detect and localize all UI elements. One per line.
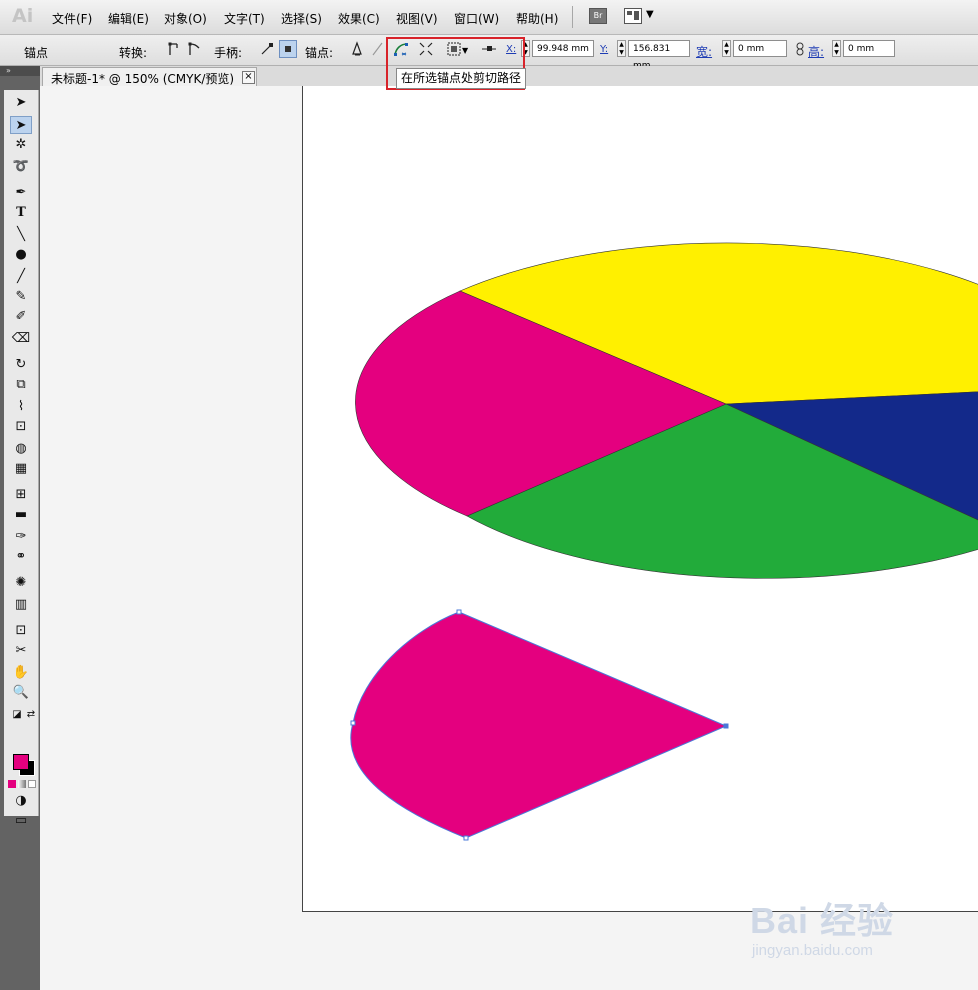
- tools-panel: » ➤ ➤ ✲ ➰ ✒ T ╲ ● ╱ ✎ ✐ ⌫ ↻ ⧉ ⌇ ⊡ ◍ ▦ ⊞ …: [0, 66, 40, 990]
- anchor-point[interactable]: [456, 609, 462, 615]
- width-label: 宽:: [696, 45, 713, 59]
- menu-view[interactable]: 视图(V): [396, 10, 438, 27]
- artwork[interactable]: [40, 86, 978, 990]
- eraser-tool-icon[interactable]: ⌫: [10, 330, 32, 348]
- color-mode-icon[interactable]: [8, 780, 16, 788]
- menu-select[interactable]: 选择(S): [281, 10, 322, 27]
- pen-tool-icon[interactable]: ✒: [10, 184, 32, 202]
- gradient-tool-icon[interactable]: ▬: [10, 506, 32, 524]
- watermark-url: jingyan.baidu.com: [752, 942, 873, 959]
- menu-object[interactable]: 对象(O): [164, 10, 207, 27]
- x-field[interactable]: 99.948 mm: [532, 40, 594, 57]
- workspace-switcher-icon[interactable]: [624, 8, 642, 24]
- anchors-label: 锚点:: [305, 46, 334, 60]
- eyedropper-tool-icon[interactable]: ✑: [10, 528, 32, 546]
- close-icon[interactable]: ×: [242, 71, 255, 84]
- convert-label: 转换:: [119, 46, 148, 60]
- magic-wand-tool-icon[interactable]: ✲: [10, 136, 32, 154]
- gradient-mode-icon[interactable]: [18, 780, 26, 788]
- hand-tool-icon[interactable]: ✋: [10, 664, 32, 682]
- watermark: Bai 经验 jingyan.baidu.com: [750, 880, 960, 970]
- y-spinner[interactable]: ▲ ▼: [617, 40, 626, 57]
- drawing-mode-icon[interactable]: ◑: [10, 792, 32, 810]
- zoom-tool-icon[interactable]: 🔍: [10, 684, 32, 702]
- direct-selection-tool-icon[interactable]: ➤: [10, 116, 32, 134]
- watermark-brand: Bai 经验: [750, 900, 895, 941]
- perspective-grid-tool-icon[interactable]: ▦: [10, 460, 32, 478]
- hide-handles-icon[interactable]: [259, 41, 275, 57]
- anchor-point-selected[interactable]: [723, 723, 729, 729]
- handles-label: 手柄:: [214, 46, 243, 60]
- artboard-tool-icon[interactable]: ⊡: [10, 622, 32, 640]
- slice-tool-icon[interactable]: ✂: [10, 642, 32, 660]
- selection-tool-icon[interactable]: ➤: [10, 94, 32, 112]
- convert-corner-icon[interactable]: [167, 41, 183, 57]
- show-handles-button[interactable]: [279, 40, 297, 58]
- pencil-tool-icon[interactable]: ✎: [10, 288, 32, 306]
- tooltip: 在所选锚点处剪切路径: [396, 68, 527, 89]
- y-field[interactable]: 156.831 mm: [628, 40, 690, 71]
- width-field[interactable]: 0 mm: [733, 40, 787, 57]
- canvas-area[interactable]: [40, 86, 978, 990]
- connect-paths-icon[interactable]: [370, 41, 386, 57]
- workspace-dropdown-icon[interactable]: ▼: [646, 9, 654, 20]
- type-tool-icon[interactable]: T: [10, 204, 32, 222]
- menu-edit[interactable]: 编辑(E): [108, 10, 149, 27]
- shape-builder-tool-icon[interactable]: ◍: [10, 440, 32, 458]
- lasso-tool-icon[interactable]: ➰: [10, 158, 32, 176]
- menu-window[interactable]: 窗口(W): [454, 10, 499, 27]
- height-spinner[interactable]: ▲ ▼: [832, 40, 841, 57]
- mode-label: 锚点: [24, 46, 49, 60]
- anchor-point[interactable]: [463, 835, 469, 841]
- bridge-button[interactable]: Br: [589, 8, 607, 24]
- paintbrush-tool-icon[interactable]: ╱: [10, 268, 32, 286]
- screen-mode-icon[interactable]: ▭: [10, 812, 32, 830]
- cut-magenta-piece[interactable]: [350, 611, 728, 839]
- height-field[interactable]: 0 mm: [843, 40, 895, 57]
- menu-help[interactable]: 帮助(H): [516, 10, 558, 27]
- rotate-tool-icon[interactable]: ↻: [10, 356, 32, 374]
- swap-colors-icon[interactable]: ⇄: [20, 706, 42, 724]
- show-handles-icon: [285, 46, 291, 52]
- constrain-link-icon[interactable]: [792, 41, 808, 57]
- ellipse-tool-icon[interactable]: ●: [10, 246, 32, 264]
- fill-color-swatch[interactable]: [13, 754, 29, 770]
- symbol-sprayer-tool-icon[interactable]: ✺: [10, 574, 32, 592]
- remove-anchor-icon[interactable]: [349, 41, 365, 57]
- mesh-tool-icon[interactable]: ⊞: [10, 486, 32, 504]
- menu-separator: [572, 6, 573, 28]
- anchor-point[interactable]: [350, 720, 356, 726]
- blend-tool-icon[interactable]: ⚭: [10, 548, 32, 566]
- free-transform-tool-icon[interactable]: ⊡: [10, 418, 32, 436]
- document-tab-label: 未标题-1* @ 150% (CMYK/预览): [51, 72, 235, 86]
- y-label: Y:: [600, 44, 609, 55]
- menu-effect[interactable]: 效果(C): [338, 10, 380, 27]
- warp-tool-icon[interactable]: ⌇: [10, 398, 32, 416]
- menu-type[interactable]: 文字(T): [224, 10, 265, 27]
- app-logo: Ai: [12, 5, 34, 27]
- document-tab[interactable]: 未标题-1* @ 150% (CMYK/预览) ×: [42, 67, 257, 86]
- menu-bar: Ai 文件(F) 编辑(E) 对象(O) 文字(T) 选择(S) 效果(C) 视…: [0, 0, 978, 35]
- menu-file[interactable]: 文件(F): [52, 10, 92, 27]
- width-spinner[interactable]: ▲ ▼: [722, 40, 731, 57]
- blob-brush-tool-icon[interactable]: ✐: [10, 308, 32, 326]
- scale-tool-icon[interactable]: ⧉: [10, 376, 32, 394]
- convert-smooth-icon[interactable]: [187, 41, 203, 57]
- column-graph-tool-icon[interactable]: ▥: [10, 596, 32, 614]
- tools-body: ➤ ➤ ✲ ➰ ✒ T ╲ ● ╱ ✎ ✐ ⌫ ↻ ⧉ ⌇ ⊡ ◍ ▦ ⊞ ▬ …: [4, 90, 42, 828]
- tools-panel-collapse-icon[interactable]: »: [0, 66, 40, 76]
- line-tool-icon[interactable]: ╲: [10, 226, 32, 244]
- none-mode-icon[interactable]: [28, 780, 36, 788]
- height-label: 高:: [808, 45, 825, 59]
